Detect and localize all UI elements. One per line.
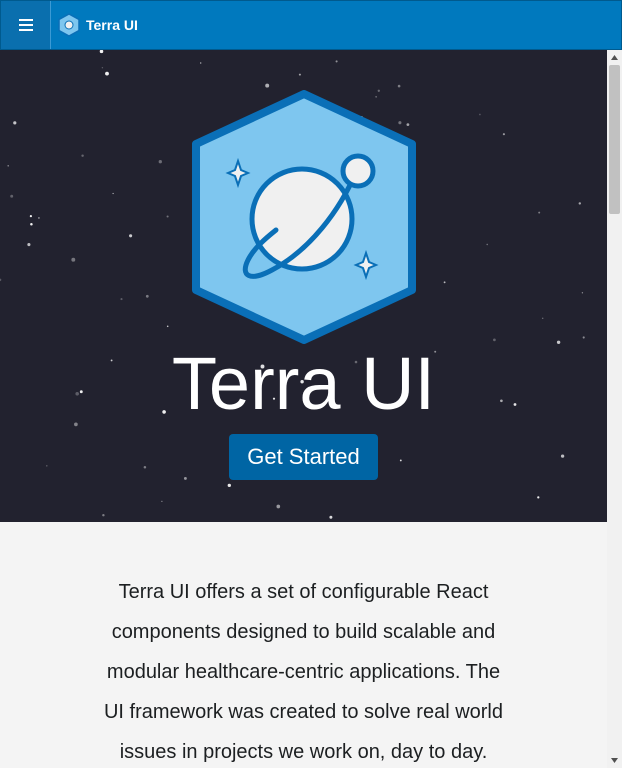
star-dot bbox=[145, 294, 149, 298]
star-dot bbox=[7, 165, 9, 167]
star-dot bbox=[541, 317, 544, 320]
star-dot bbox=[105, 71, 109, 76]
star-dot bbox=[502, 133, 505, 136]
star-dot bbox=[120, 298, 123, 301]
star-dot bbox=[29, 215, 32, 218]
app-header: Terra UI bbox=[0, 0, 622, 50]
star-dot bbox=[397, 84, 401, 88]
star-dot bbox=[27, 243, 31, 247]
star-dot bbox=[13, 121, 17, 125]
star-dot bbox=[538, 211, 541, 214]
star-dot bbox=[335, 60, 338, 63]
star-dot bbox=[143, 466, 147, 469]
star-dot bbox=[537, 496, 540, 499]
scrollbar-thumb[interactable] bbox=[609, 65, 620, 214]
star-dot bbox=[227, 483, 231, 488]
intro-paragraph: Terra UI offers a set of configurable Re… bbox=[103, 581, 504, 763]
star-dot bbox=[37, 216, 40, 219]
star-dot bbox=[71, 257, 76, 262]
star-dot bbox=[129, 234, 133, 238]
star-dot bbox=[329, 515, 333, 519]
star-dot bbox=[101, 66, 104, 69]
terra-hexagon-planet-logo-icon bbox=[192, 90, 416, 344]
star-dot bbox=[276, 504, 281, 509]
menu-button[interactable] bbox=[1, 1, 51, 49]
hamburger-menu-icon bbox=[18, 19, 33, 31]
star-dot bbox=[166, 325, 169, 328]
scroll-down-arrow-icon[interactable] bbox=[607, 753, 622, 768]
brand-link[interactable]: Terra UI bbox=[58, 13, 138, 37]
star-dot bbox=[0, 278, 2, 282]
star-dot bbox=[560, 454, 565, 458]
star-dot bbox=[200, 62, 202, 64]
star-dot bbox=[493, 338, 496, 342]
scroll-up-arrow-icon[interactable] bbox=[607, 50, 622, 65]
app-title: Terra UI bbox=[86, 17, 138, 33]
star-dot bbox=[581, 292, 584, 294]
star-dot bbox=[99, 50, 104, 54]
star-dot bbox=[30, 222, 33, 226]
star-dot bbox=[102, 513, 105, 517]
star-dot bbox=[443, 281, 446, 284]
get-started-button[interactable]: Get Started bbox=[229, 434, 378, 480]
star-dot bbox=[582, 336, 585, 339]
star-dot bbox=[166, 215, 169, 218]
star-dot bbox=[46, 465, 48, 467]
hero-title: Terra UI bbox=[171, 342, 436, 425]
vertical-scrollbar[interactable] bbox=[607, 50, 622, 768]
star-dot bbox=[399, 459, 402, 462]
star-dot bbox=[479, 113, 481, 116]
star-dot bbox=[112, 192, 114, 195]
star-dot bbox=[298, 73, 301, 76]
terra-logo-icon bbox=[58, 13, 80, 37]
star-dot bbox=[183, 476, 187, 480]
star-dot bbox=[486, 243, 488, 246]
star-dot bbox=[158, 160, 162, 164]
hero-banner: Terra UI Get Started bbox=[0, 50, 607, 522]
star-dot bbox=[161, 500, 163, 503]
star-dot bbox=[265, 83, 270, 88]
star-dot bbox=[10, 194, 14, 198]
star-dot bbox=[578, 202, 582, 205]
star-dot bbox=[81, 154, 84, 157]
page-content: Terra UI Get Started Terra UI offers a s… bbox=[0, 50, 607, 768]
